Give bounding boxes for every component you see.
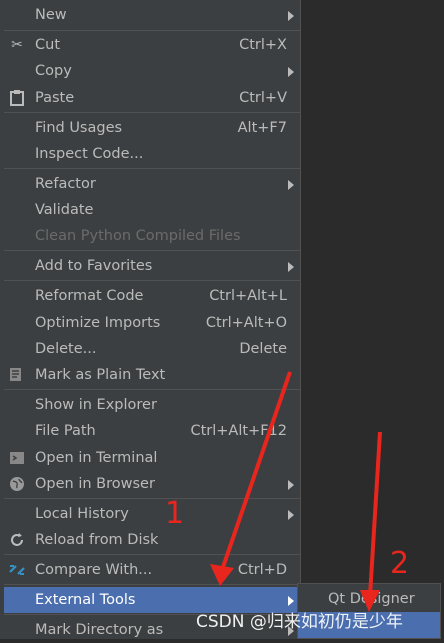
annotation-label-1: 1: [165, 496, 185, 531]
annotation-arrows: [210, 371, 382, 612]
watermark: CSDN @归来如初仍是少年: [196, 612, 403, 632]
annotation-arrowhead-1: [210, 564, 234, 586]
annotation-arrow-1: [220, 371, 292, 571]
annotation-label-2: 2: [390, 546, 410, 581]
annotation-arrow-2: [368, 431, 382, 597]
